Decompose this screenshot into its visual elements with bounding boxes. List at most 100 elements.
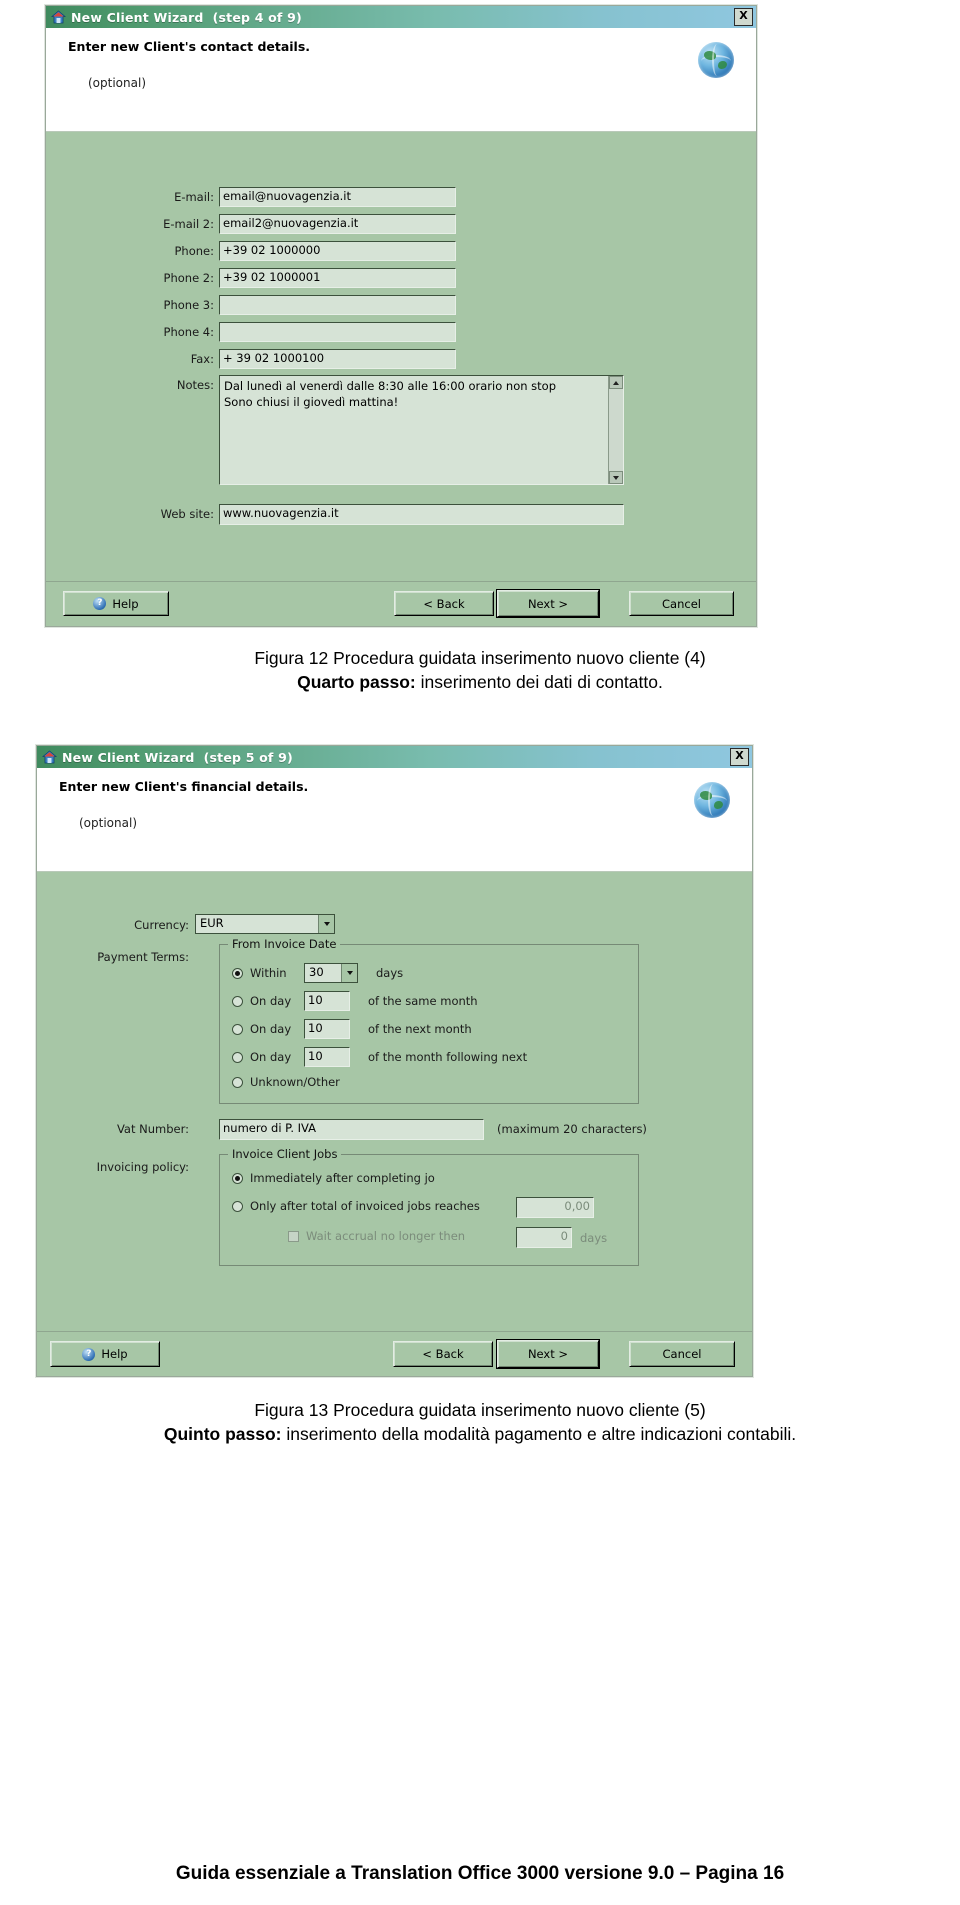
dialog1-title: New Client Wizard — [71, 9, 204, 25]
invoice-client-jobs-group: Invoice Client Jobs Immediately after co… — [219, 1147, 639, 1266]
radio-unknown-icon[interactable] — [232, 1076, 243, 1088]
new-client-wizard-step5-dialog: New Client Wizard (step 5 of 9) X Enter … — [36, 745, 753, 1377]
radio-total-reaches-icon[interactable] — [232, 1200, 243, 1212]
notes-textarea[interactable]: Dal lunedì al venerdì dalle 8:30 alle 16… — [219, 375, 624, 485]
vat-number-label: Vat Number: — [116, 1122, 189, 1136]
dialog2-titlebar: New Client Wizard (step 5 of 9) X — [37, 746, 752, 768]
radio-same-month-icon[interactable] — [232, 995, 243, 1007]
email2-label: E-mail 2: — [163, 217, 214, 231]
payment-option-next-month-suffix: of the next month — [368, 1022, 472, 1036]
back-button-label: < Back — [423, 596, 465, 611]
next-button-label: Next > — [527, 1347, 569, 1361]
phone4-label: Phone 4: — [163, 325, 214, 339]
currency-select[interactable]: EUR — [195, 914, 335, 934]
next-month-day-input[interactable]: 10 — [304, 1019, 350, 1039]
wait-accrual-unit: days — [580, 1231, 608, 1245]
scroll-down-icon[interactable] — [609, 471, 623, 484]
back-button[interactable]: < Back — [394, 591, 494, 616]
within-days-select[interactable]: 30 — [304, 963, 358, 983]
payment-option-within[interactable]: Within 30 days — [232, 963, 403, 983]
dialog1-footer: ? Help < Back Next > Cancel — [46, 581, 756, 626]
from-invoice-date-group: From Invoice Date Within 30 days On day … — [219, 937, 639, 1104]
dialog1-titlebar: New Client Wizard (step 4 of 9) X — [46, 6, 756, 28]
chevron-down-icon[interactable] — [318, 915, 334, 933]
help-button[interactable]: ? Help — [50, 1341, 160, 1367]
phone2-label: Phone 2: — [163, 271, 214, 285]
wait-accrual-checkbox[interactable] — [288, 1230, 299, 1242]
email2-input[interactable]: email2@nuovagenzia.it — [219, 214, 456, 234]
figure-13-step-rest: inserimento della modalità pagamento e a… — [281, 1424, 797, 1444]
total-reaches-amount-input[interactable]: 0,00 — [516, 1197, 594, 1218]
figure-13-step: Quinto passo: inserimento della modalità… — [20, 1424, 940, 1445]
fax-label: Fax: — [190, 352, 214, 366]
payment-option-next-month[interactable]: On day 10 of the next month — [232, 1019, 472, 1039]
help-button[interactable]: ? Help — [63, 591, 169, 616]
wait-accrual-input[interactable]: 0 — [516, 1227, 572, 1248]
scroll-up-icon[interactable] — [609, 376, 623, 389]
phone2-input[interactable]: +39 02 1000001 — [219, 268, 456, 288]
page-number: 16 — [763, 1863, 785, 1884]
dialog1-header-sub: (optional) — [88, 76, 146, 90]
following-next-day-input[interactable]: 10 — [304, 1047, 350, 1067]
next-button[interactable]: Next > — [497, 590, 599, 617]
back-button[interactable]: < Back — [393, 1341, 493, 1367]
next-button[interactable]: Next > — [497, 1340, 599, 1368]
notes-scrollbar[interactable] — [608, 376, 623, 484]
chevron-down-icon[interactable] — [341, 964, 357, 982]
figure-12-step-bold: Quarto passo: — [297, 672, 416, 692]
phone3-input[interactable] — [219, 295, 456, 315]
help-button-label: Help — [112, 596, 139, 611]
next-button-label: Next > — [527, 596, 569, 611]
figure-12-caption: Figura 12 Procedura guidata inserimento … — [20, 648, 940, 693]
wait-accrual-option[interactable]: Wait accrual no longer then — [288, 1229, 465, 1243]
payment-option-same-month-suffix: of the same month — [368, 994, 478, 1008]
invoicing-option-immediately[interactable]: Immediately after completing jo — [232, 1171, 435, 1185]
cancel-button-label: Cancel — [662, 596, 701, 611]
vat-number-input[interactable]: numero di P. IVA — [219, 1119, 484, 1140]
radio-following-next-icon[interactable] — [232, 1051, 243, 1063]
fax-input[interactable]: + 39 02 1000100 — [219, 349, 456, 369]
dialog1-header-title: Enter new Client's contact details. — [68, 39, 311, 54]
radio-next-month-icon[interactable] — [232, 1023, 243, 1035]
invoice-client-jobs-group-title: Invoice Client Jobs — [228, 1147, 342, 1161]
currency-value: EUR — [200, 916, 224, 930]
figure-13-step-bold: Quinto passo: — [163, 1424, 282, 1444]
close-icon[interactable]: X — [734, 8, 753, 26]
from-invoice-date-group-title: From Invoice Date — [228, 937, 341, 951]
email-input[interactable]: email@nuovagenzia.it — [219, 187, 456, 207]
dialog2-title: New Client Wizard — [62, 749, 195, 765]
currency-label: Currency: — [134, 918, 189, 932]
payment-option-next-month-label: On day — [250, 1022, 292, 1036]
dialog1-body: E-mail: email@nuovagenzia.it E-mail 2: e… — [46, 132, 756, 602]
cancel-button[interactable]: Cancel — [629, 1341, 735, 1367]
website-input[interactable]: www.nuovagenzia.it — [219, 504, 624, 525]
cancel-button[interactable]: Cancel — [629, 591, 734, 616]
figure-12-line: Figura 12 Procedura guidata inserimento … — [254, 648, 706, 668]
phone-input[interactable]: +39 02 1000000 — [219, 241, 456, 261]
website-label: Web site: — [160, 507, 214, 521]
radio-immediately-icon[interactable] — [232, 1172, 243, 1184]
house-icon — [41, 749, 58, 765]
close-icon[interactable]: X — [730, 748, 749, 766]
radio-within-icon[interactable] — [232, 967, 243, 979]
payment-option-within-label: Within — [250, 966, 287, 980]
dialog2-header-title: Enter new Client's financial details. — [59, 779, 309, 794]
payment-option-same-month[interactable]: On day 10 of the same month — [232, 991, 478, 1011]
payment-option-unknown-label: Unknown/Other — [250, 1075, 340, 1089]
within-days-value: 30 — [309, 965, 324, 979]
notes-label: Notes: — [176, 378, 214, 392]
phone4-input[interactable] — [219, 322, 456, 342]
figure-13-caption: Figura 13 Procedura guidata inserimento … — [20, 1400, 940, 1445]
payment-option-same-month-label: On day — [250, 994, 292, 1008]
page-footer-text: Guida essenziale a Translation Office 30… — [175, 1863, 758, 1884]
payment-option-following-next[interactable]: On day 10 of the month following next — [232, 1047, 527, 1067]
payment-option-unknown[interactable]: Unknown/Other — [232, 1075, 340, 1089]
invoicing-option-total-reaches[interactable]: Only after total of invoiced jobs reache… — [232, 1199, 480, 1213]
globe-icon — [694, 782, 730, 818]
same-month-day-input[interactable]: 10 — [304, 991, 350, 1011]
new-client-wizard-step4-dialog: New Client Wizard (step 4 of 9) X Enter … — [45, 5, 757, 627]
wait-accrual-label: Wait accrual no longer then — [306, 1229, 466, 1243]
phone-label: Phone: — [174, 244, 215, 258]
invoicing-option-immediately-label: Immediately after completing jo — [250, 1171, 435, 1185]
payment-terms-label: Payment Terms: — [97, 950, 189, 964]
